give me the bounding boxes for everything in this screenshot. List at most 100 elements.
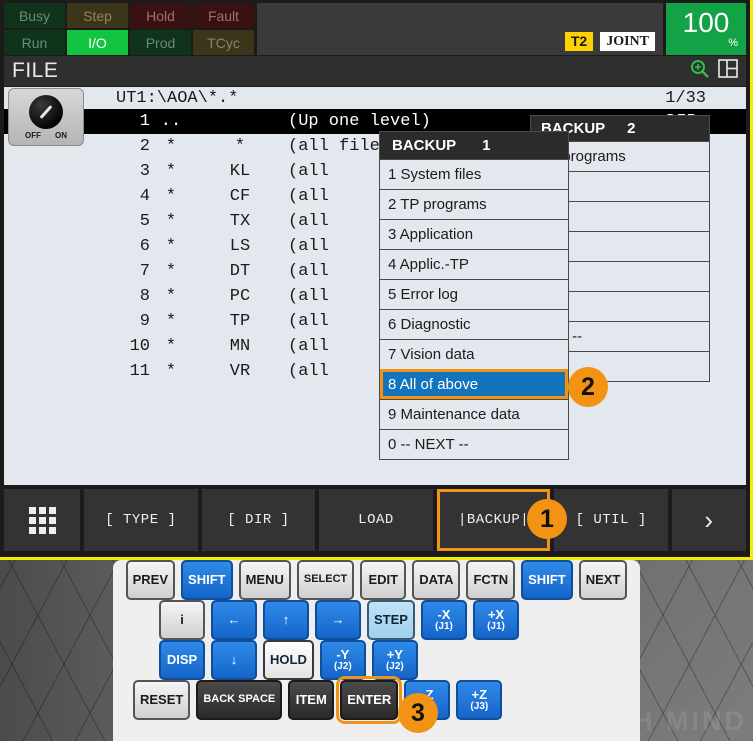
chevron-right-icon[interactable]: › [671, 489, 746, 551]
screen-title-bar: FILE [4, 56, 746, 86]
keypad-row-3: DISP ↓ HOLD -Y (J2) +Y (J2) [113, 640, 640, 680]
zoom-in-icon[interactable] [690, 59, 709, 83]
key-label: NEXT [585, 572, 621, 588]
title-bar-icons [690, 59, 738, 83]
file-cell-star: * [165, 212, 177, 231]
key-label: DATA [419, 572, 454, 588]
backup-menu-item[interactable]: 1 System files [380, 159, 568, 189]
key-prev[interactable]: PREV [125, 560, 176, 600]
file-cell-name: TP [229, 312, 251, 331]
jog-plus-x-key[interactable]: +X (J1) [472, 600, 519, 640]
status-lamp-run: Run [4, 30, 65, 55]
file-cell-name: PC [229, 287, 251, 306]
backup-menu-item[interactable]: 6 Diagnostic [380, 309, 568, 339]
key-next[interactable]: NEXT [578, 560, 628, 600]
status-lamp-step: Step [67, 3, 128, 28]
softkey-toolbar: [ TYPE ][ DIR ] LOAD |BACKUP|[ UTIL ] › [4, 489, 746, 551]
file-cell-star: * [165, 312, 177, 331]
keypad-row-2: i ← ↑ → STEP -X (J1) +X (J1) [113, 600, 640, 640]
key-label: -X [437, 606, 451, 622]
file-cell-star: * [165, 337, 177, 356]
info-key[interactable]: i [159, 600, 205, 640]
status-lamp-tcyc: TCyc [193, 30, 254, 55]
key-label: BACK SPACE [203, 693, 276, 706]
key-sublabel: (J1) [435, 620, 453, 632]
backup-menu-item[interactable]: 9 Maintenance data [380, 399, 568, 429]
backup-menu-item[interactable]: 0 -- NEXT -- [380, 429, 568, 459]
backup-menu-item[interactable]: 3 Application [380, 219, 568, 249]
file-cell-name: VR [229, 362, 251, 381]
key-data[interactable]: DATA [412, 560, 461, 600]
softkey-load[interactable]: LOAD [319, 489, 433, 551]
jog-minus-x-key[interactable]: -X (J1) [420, 600, 467, 640]
keypad-row-4: RESETBACK SPACEITEMENTER-Z(J3)+Z(J3) [113, 676, 640, 724]
override-indicator: 100 % [666, 3, 746, 55]
key-menu[interactable]: MENU [238, 560, 291, 600]
status-lamp-i-o: I/O [67, 30, 128, 55]
reset-key[interactable]: RESET [133, 680, 191, 720]
key-label: FCTN [473, 572, 509, 588]
arrow-down-key[interactable]: ↓ [211, 640, 257, 680]
file-cell-star: * [165, 362, 177, 381]
backup-menu-item[interactable]: 5 Error log [380, 279, 568, 309]
grid-menu-icon[interactable] [4, 489, 80, 551]
backup-menu-item[interactable]: 7 Vision data [380, 339, 568, 369]
file-cell-name: KL [229, 162, 251, 181]
teach-pendant-screen: Busy Step Hold Fault Run I/O Prod TCyc T2 JOINT… [0, 0, 753, 560]
key-select[interactable]: SELECT [296, 560, 355, 600]
backup-menu-item[interactable]: 8 All of above [380, 369, 568, 399]
key-label: EDIT [368, 572, 399, 588]
jog-plus-z-key[interactable]: +Z (J3) [456, 680, 503, 720]
step-key[interactable]: STEP [367, 600, 415, 640]
key-sublabel: (J1) [487, 620, 505, 632]
current-path: UT1:\AOA\*.* [116, 89, 239, 108]
key-edit[interactable]: EDIT [360, 560, 407, 600]
key-label: +Z [471, 686, 488, 702]
hold-key[interactable]: HOLD [263, 640, 314, 680]
key-label: SELECT [303, 573, 348, 586]
jog-plus-y-key[interactable]: +Y (J2) [371, 640, 418, 680]
key-label: SHIFT [528, 572, 566, 588]
grid-dots [28, 506, 56, 534]
key-fctn[interactable]: FCTN [466, 560, 516, 600]
arrow-right-key[interactable]: → [315, 600, 361, 640]
jog-minus-y-key[interactable]: -Y (J2) [319, 640, 366, 680]
enter-key[interactable]: ENTER [336, 676, 403, 724]
arrow-left-key[interactable]: ← [211, 600, 257, 640]
arrow-up-key[interactable]: ↑ [263, 600, 309, 640]
key-label: ← [227, 612, 241, 628]
item-key[interactable]: ITEM [288, 680, 335, 720]
page-indicator: 1/33 [665, 89, 706, 108]
page-title: FILE [12, 59, 59, 82]
rotary-knob-icon[interactable] [29, 94, 63, 129]
override-value: 100 [682, 7, 730, 38]
backup-menu-panel-page1[interactable]: BACKUP 1 1 System files 2 TP programs 3 Ap… [379, 131, 569, 460]
key-sublabel: (J3) [470, 700, 489, 712]
file-cell-star: * [165, 262, 177, 281]
key-label: MENU [245, 572, 284, 588]
backup-menu-item[interactable]: 2 TP programs [380, 189, 568, 219]
key-shift[interactable]: SHIFT [181, 560, 233, 600]
status-lamp-hold: Hold [130, 3, 191, 28]
file-cell-num: 5 [139, 212, 150, 231]
status-lamp-grid: Busy Step Hold Fault Run I/O Prod TCyc [4, 3, 254, 55]
softkey-dir[interactable]: [ DIR ] [201, 489, 316, 551]
file-cell-num: 2 [139, 137, 150, 156]
disp-key[interactable]: DISP [159, 640, 205, 680]
backup-panel2-page: 2 [627, 120, 636, 137]
backup-menu-item[interactable]: 4 Applic.-TP [380, 249, 568, 279]
power-switch[interactable]: OFF ON [8, 88, 84, 146]
softkey-util[interactable]: [ UTIL ] [554, 489, 668, 551]
file-cell-num: 1 [139, 112, 150, 131]
key-shift[interactable]: SHIFT [521, 560, 573, 600]
split-panel-icon[interactable] [718, 59, 738, 83]
key-label: RESET [140, 692, 184, 708]
backup-menu-items[interactable]: 1 System files 2 TP programs 3 Application… [380, 159, 568, 459]
status-lamp-prod: Prod [130, 30, 191, 55]
softkey-type[interactable]: [ TYPE ] [84, 489, 198, 551]
key-sublabel: (J2) [333, 660, 352, 672]
key-sublabel: (J2) [385, 660, 404, 672]
file-cell-num: 7 [139, 262, 150, 281]
status-bar: Busy Step Hold Fault Run I/O Prod TCyc T2 JOINT… [4, 3, 746, 55]
backspace-key[interactable]: BACK SPACE [196, 680, 283, 720]
